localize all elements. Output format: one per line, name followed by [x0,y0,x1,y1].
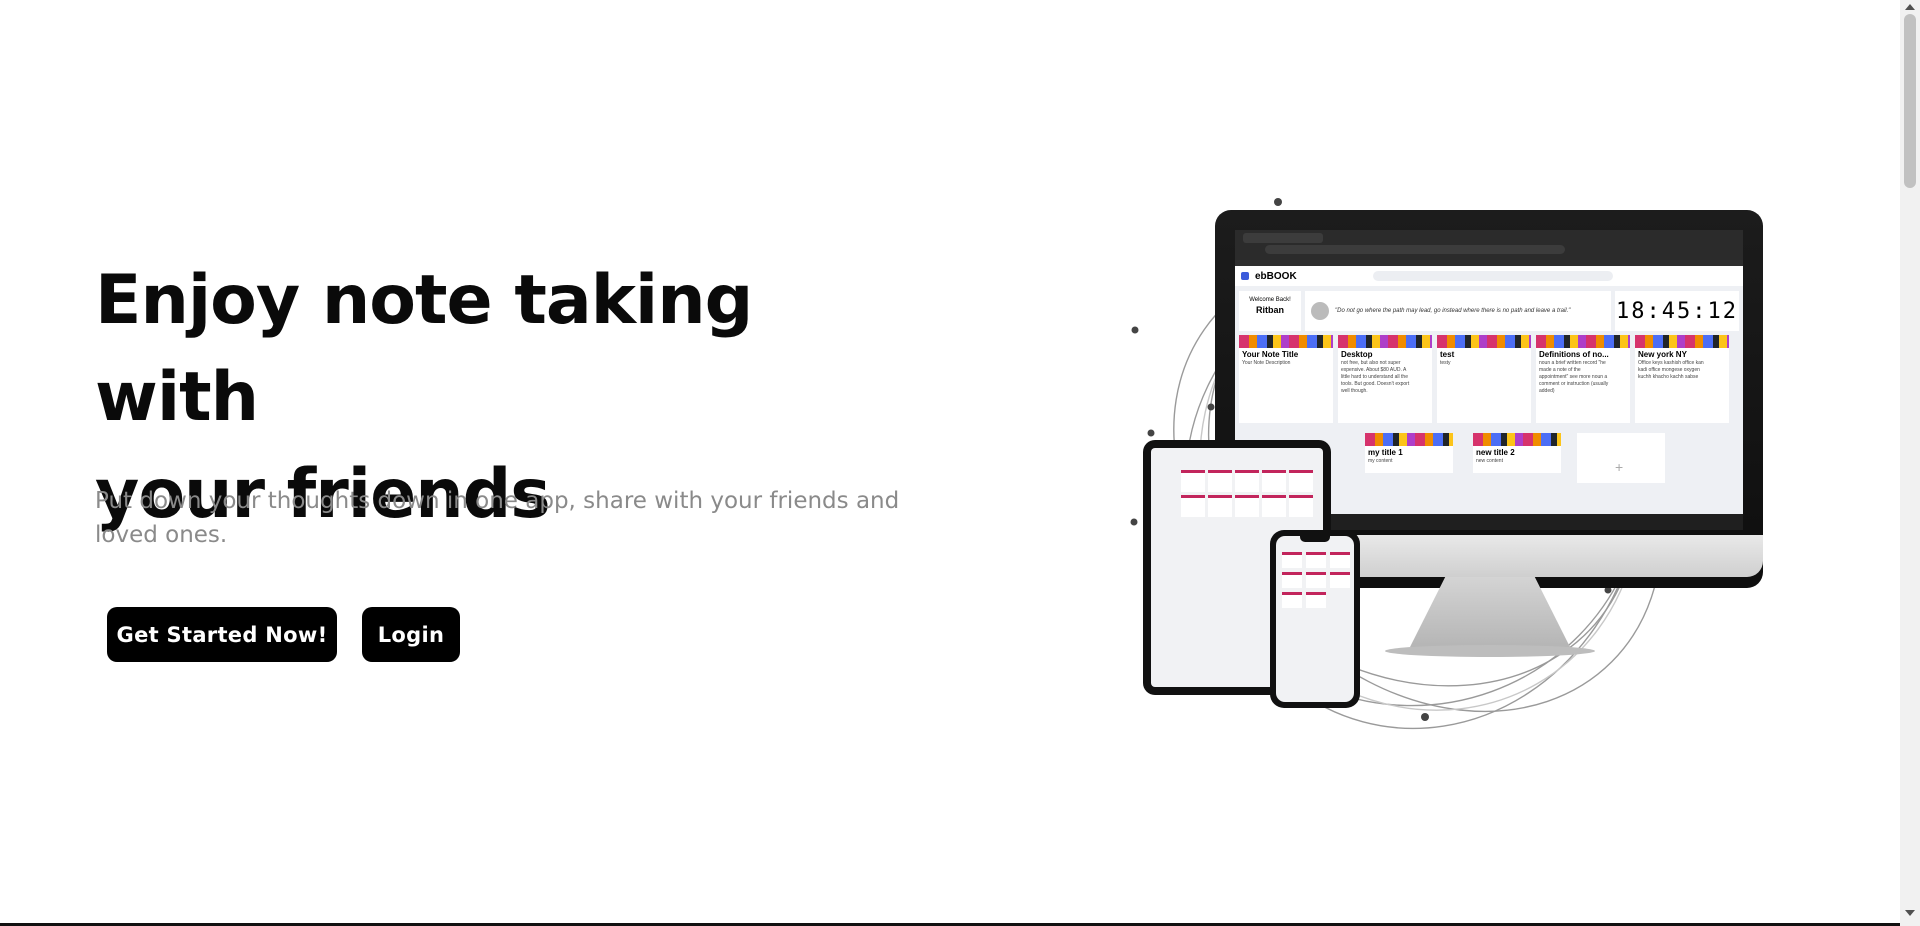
app-logo-icon [1241,272,1249,280]
note-card: Your Note Title Your Note Description [1239,335,1333,423]
note-card: my title 1 my content [1365,433,1453,473]
add-note-card: + [1577,433,1665,483]
note-card: new title 2 new content [1473,433,1561,473]
headline-line-1: Enjoy note taking with [95,261,753,437]
plus-icon: + [1615,459,1624,475]
app-name: ebBOOK [1255,270,1297,282]
scroll-down-icon[interactable] [1905,910,1915,916]
browser-chrome [1235,230,1743,260]
user-name: Ritban [1256,305,1284,315]
quote-avatar [1311,302,1329,320]
quote-text: "Do not go where the path may lead, go i… [1335,308,1571,314]
note-card: New york NY Office keys kashish office ka… [1635,335,1729,423]
quote-panel: "Do not go where the path may lead, go i… [1305,291,1611,331]
phone-notch [1300,536,1330,542]
scrollbar-thumb[interactable] [1904,14,1916,188]
monitor-base [1385,645,1595,657]
scroll-up-icon[interactable] [1905,4,1915,10]
note-card: test testy [1437,335,1531,423]
device-mockup-illustration: ebBOOK Welcome Back! Ritban "Do not go w… [1085,190,1815,770]
login-button[interactable]: Login [362,607,460,662]
welcome-label: Welcome Back! [1249,297,1291,303]
welcome-panel: Welcome Back! Ritban [1239,291,1301,331]
hero-subtext: Put down your thoughts down in one app, … [95,488,900,548]
clock-display: 18:45:12 [1615,291,1739,331]
note-card: Desktop not free, but also not super expe… [1338,335,1432,423]
get-started-button[interactable]: Get Started Now! [107,607,337,662]
phone-screen [1276,536,1354,702]
note-card: Definitions of no... noun a brief written… [1536,335,1630,423]
page-scrollbar[interactable] [1900,0,1920,926]
app-header: ebBOOK [1235,266,1743,286]
mini-search-bar [1372,271,1613,281]
